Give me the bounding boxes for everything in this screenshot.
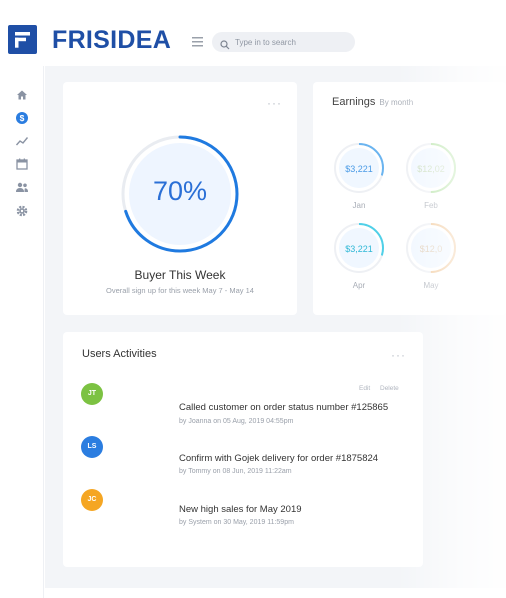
buyer-percent: 70% — [152, 176, 208, 206]
earnings-subtitle: By month — [379, 98, 414, 107]
search-icon — [220, 37, 230, 50]
search-bar — [212, 32, 355, 52]
buyer-card: ··· 70% Buyer This Week Overall sign up … — [63, 82, 297, 315]
earnings-month-apr: Apr — [352, 281, 366, 290]
activities-title: Users Activities — [82, 348, 157, 360]
activity-meta: by System on 30 May, 2019 11:59pm — [179, 519, 294, 526]
avatar: JT — [81, 383, 103, 405]
earnings-month-jan: Jan — [352, 201, 366, 210]
users-icon[interactable] — [15, 180, 29, 194]
activity-title: New high sales for May 2019 — [179, 504, 302, 515]
earnings-value-feb: $12,02 — [417, 164, 445, 174]
brand-name: FRISIDEA — [52, 26, 172, 54]
activities-card: Users Activities ··· Edit Delete JT Call… — [63, 332, 423, 567]
avatar: LS — [81, 436, 103, 458]
earnings-month-feb: Feb — [424, 201, 438, 210]
earnings-title-text: Earnings — [332, 96, 376, 108]
earnings-month-may: May — [423, 281, 439, 290]
top-bar: FRISIDEA — [0, 0, 506, 66]
activity-title: Confirm with Gojek delivery for order #1… — [179, 453, 379, 464]
avatar: JC — [81, 489, 103, 511]
activity-title: Called customer on order status number #… — [179, 402, 389, 413]
activity-meta: by Joanna on 05 Aug, 2019 04:55pm — [179, 418, 294, 425]
earnings-title: Earnings By month — [332, 96, 413, 108]
trend-icon[interactable] — [15, 134, 29, 148]
earnings-value-jan: $3,221 — [345, 164, 373, 174]
delete-button[interactable]: Delete — [380, 385, 399, 392]
buyer-title: Buyer This Week — [134, 268, 226, 282]
earnings-value-may: $12,0 — [419, 244, 443, 254]
home-icon[interactable] — [15, 88, 29, 102]
earnings-value-apr: $3,221 — [345, 244, 373, 254]
logo-icon — [8, 25, 37, 54]
edit-button[interactable]: Edit — [359, 385, 370, 392]
sidebar: $ — [0, 66, 44, 598]
calendar-icon[interactable] — [15, 157, 29, 171]
activity-meta: by Tommy on 08 Jun, 2019 11:22am — [179, 468, 292, 475]
search-input[interactable] — [235, 32, 350, 52]
hamburger-menu-icon[interactable] — [191, 35, 205, 47]
svg-text:$: $ — [20, 113, 25, 123]
card-menu-icon[interactable]: ··· — [267, 96, 282, 110]
dollar-icon[interactable]: $ — [15, 111, 29, 125]
card-menu-icon[interactable]: ··· — [391, 348, 406, 362]
gear-icon[interactable] — [15, 204, 29, 218]
buyer-subtitle: Overall sign up for this week May 7 - Ma… — [106, 286, 254, 295]
earnings-card: Earnings By month $3,221 Jan $12,02 Feb $… — [313, 82, 506, 315]
